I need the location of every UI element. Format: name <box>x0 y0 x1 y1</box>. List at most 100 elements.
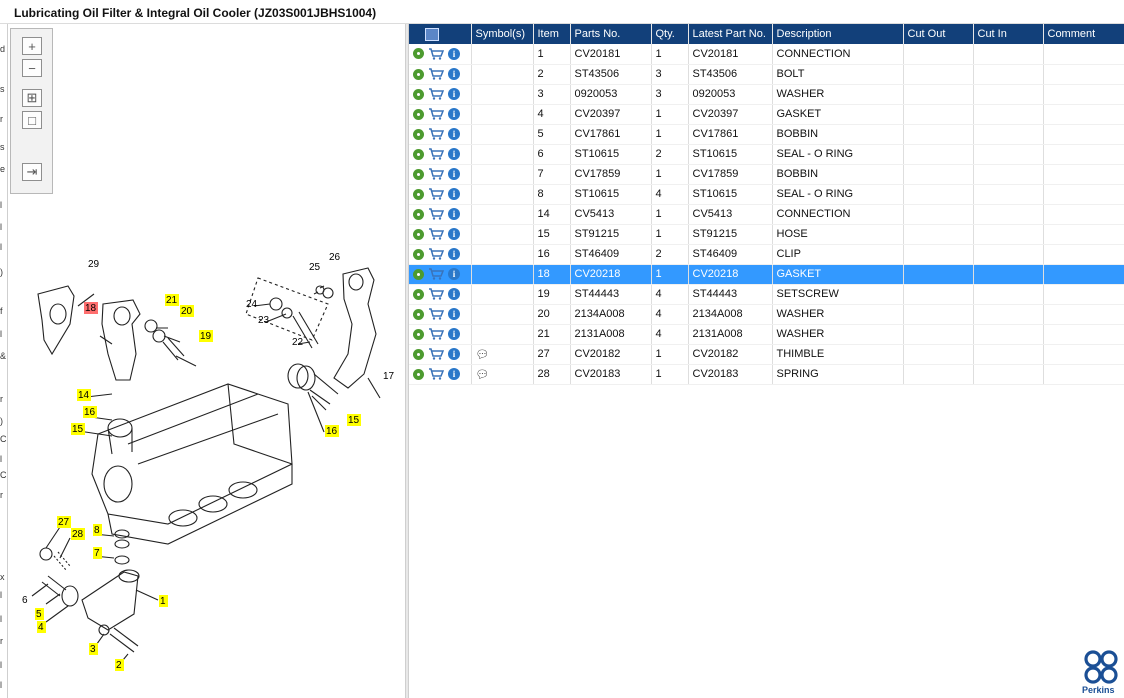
add-to-cart-icon[interactable] <box>428 68 444 80</box>
add-to-cart-icon[interactable] <box>428 188 444 200</box>
add-to-cart-icon[interactable] <box>428 88 444 100</box>
options-gear-icon[interactable] <box>413 188 424 200</box>
column-header-symbols[interactable]: Symbol(s) <box>471 24 534 44</box>
table-row[interactable]: i 4 CV20397 1 CV20397 GASKET <box>409 104 1124 125</box>
collapsed-side-panel[interactable]: d s r s e l l l) f l & r) Cl Cr x l l r l l <box>0 24 8 698</box>
info-icon[interactable]: i <box>448 268 460 280</box>
callout-25[interactable]: 25 <box>309 262 321 273</box>
callout-19[interactable]: 19 <box>199 330 213 342</box>
table-row[interactable]: i 💬︎ 28 CV20183 1 CV20183 SPRING <box>409 364 1124 385</box>
column-header-qty[interactable]: Qty. <box>651 24 689 44</box>
options-gear-icon[interactable] <box>413 288 424 300</box>
add-to-cart-icon[interactable] <box>428 128 444 140</box>
add-to-cart-icon[interactable] <box>428 228 444 240</box>
callout-27[interactable]: 27 <box>57 516 71 528</box>
options-gear-icon[interactable] <box>413 248 424 260</box>
table-row[interactable]: i 3 0920053 3 0920053 WASHER <box>409 84 1124 105</box>
callout-22[interactable]: 22 <box>292 337 304 348</box>
options-gear-icon[interactable] <box>413 228 424 240</box>
add-to-cart-icon[interactable] <box>428 368 444 380</box>
info-icon[interactable]: i <box>448 348 460 360</box>
add-to-cart-icon[interactable] <box>428 308 444 320</box>
comment-bubble-icon[interactable]: 💬︎ <box>476 369 490 381</box>
options-gear-icon[interactable] <box>413 88 424 100</box>
table-row[interactable]: i 6 ST10615 2 ST10615 SEAL - O RING <box>409 144 1124 165</box>
table-row[interactable]: i 21 2131A008 4 2131A008 WASHER <box>409 324 1124 345</box>
info-icon[interactable]: i <box>448 108 460 120</box>
add-to-cart-icon[interactable] <box>428 168 444 180</box>
info-icon[interactable]: i <box>448 308 460 320</box>
zoom-in-button[interactable]: + <box>22 37 42 55</box>
fit-window-button[interactable]: ⊞ <box>22 89 42 107</box>
zoom-out-button[interactable]: − <box>22 59 42 77</box>
options-gear-icon[interactable] <box>413 348 424 360</box>
options-gear-icon[interactable] <box>413 68 424 80</box>
add-to-cart-icon[interactable] <box>428 328 444 340</box>
options-gear-icon[interactable] <box>413 368 424 380</box>
info-icon[interactable]: i <box>448 288 460 300</box>
callout-8[interactable]: 8 <box>93 524 102 536</box>
column-header-parts-no[interactable]: Parts No. <box>570 24 652 44</box>
callout-14[interactable]: 14 <box>77 389 91 401</box>
options-gear-icon[interactable] <box>413 148 424 160</box>
info-icon[interactable]: i <box>448 368 460 380</box>
table-row[interactable]: i 18 CV20218 1 CV20218 GASKET <box>409 264 1124 285</box>
column-header-actions[interactable] <box>409 24 472 44</box>
callout-3[interactable]: 3 <box>89 643 98 655</box>
add-to-cart-icon[interactable] <box>428 348 444 360</box>
callout-20[interactable]: 20 <box>180 305 194 317</box>
callout-23[interactable]: 23 <box>258 315 270 326</box>
add-to-cart-icon[interactable] <box>428 108 444 120</box>
search-parts-icon[interactable] <box>425 27 439 41</box>
callout-29[interactable]: 29 <box>88 259 100 270</box>
table-row[interactable]: i 2 ST43506 3 ST43506 BOLT <box>409 64 1124 85</box>
info-icon[interactable]: i <box>448 208 460 220</box>
add-to-cart-icon[interactable] <box>428 268 444 280</box>
add-to-cart-icon[interactable] <box>428 288 444 300</box>
actual-size-button[interactable]: □ <box>22 111 42 129</box>
column-header-description[interactable]: Description <box>772 24 904 44</box>
info-icon[interactable]: i <box>448 168 460 180</box>
info-icon[interactable]: i <box>448 328 460 340</box>
options-gear-icon[interactable] <box>413 108 424 120</box>
table-row[interactable]: i 14 CV5413 1 CV5413 CONNECTION <box>409 204 1124 225</box>
callout-16[interactable]: 16 <box>325 425 339 437</box>
callout-18[interactable]: 18 <box>84 302 98 314</box>
add-to-cart-icon[interactable] <box>428 208 444 220</box>
table-row[interactable]: i 8 ST10615 4 ST10615 SEAL - O RING <box>409 184 1124 205</box>
callout-21[interactable]: 21 <box>165 294 179 306</box>
table-row[interactable]: i 💬︎ 27 CV20182 1 CV20182 THIMBLE <box>409 344 1124 365</box>
options-gear-icon[interactable] <box>413 308 424 320</box>
column-header-item[interactable]: Item <box>533 24 571 44</box>
callout-16[interactable]: 16 <box>83 406 97 418</box>
table-row[interactable]: i 5 CV17861 1 CV17861 BOBBIN <box>409 124 1124 145</box>
column-header-cut-in[interactable]: Cut In <box>973 24 1044 44</box>
callout-15[interactable]: 15 <box>347 414 361 426</box>
options-gear-icon[interactable] <box>413 168 424 180</box>
table-row[interactable]: i 7 CV17859 1 CV17859 BOBBIN <box>409 164 1124 185</box>
exploded-diagram-pane[interactable]: 29 18 21 20 19 26 25 24 23 22 17 14 16 15 15 16 27 28 8 7 6 5… <box>8 24 405 698</box>
table-row[interactable]: i 1 CV20181 1 CV20181 CONNECTION <box>409 44 1124 65</box>
options-gear-icon[interactable] <box>413 128 424 140</box>
toggle-list-button[interactable]: ⇥ <box>22 163 42 181</box>
info-icon[interactable]: i <box>448 47 460 60</box>
options-gear-icon[interactable] <box>413 48 424 60</box>
callout-4[interactable]: 4 <box>37 621 46 633</box>
options-gear-icon[interactable] <box>413 208 424 220</box>
info-icon[interactable]: i <box>448 188 460 200</box>
info-icon[interactable]: i <box>448 88 460 100</box>
table-row[interactable]: i 19 ST44443 4 ST44443 SETSCREW <box>409 284 1124 305</box>
add-to-cart-icon[interactable] <box>428 48 444 60</box>
column-header-cut-out[interactable]: Cut Out <box>903 24 974 44</box>
column-header-latest-part-no[interactable]: Latest Part No. <box>688 24 773 44</box>
callout-6[interactable]: 6 <box>22 595 28 606</box>
exploded-diagram[interactable]: 291821201926252423221714161515162728 8765… <box>8 24 405 698</box>
options-gear-icon[interactable] <box>413 268 424 280</box>
callout-24[interactable]: 24 <box>246 299 258 310</box>
info-icon[interactable]: i <box>448 68 460 80</box>
callout-28[interactable]: 28 <box>71 528 85 540</box>
callout-7[interactable]: 7 <box>93 547 102 559</box>
comment-bubble-icon[interactable]: 💬︎ <box>476 349 490 361</box>
options-gear-icon[interactable] <box>413 328 424 340</box>
callout-1[interactable]: 1 <box>159 595 168 607</box>
